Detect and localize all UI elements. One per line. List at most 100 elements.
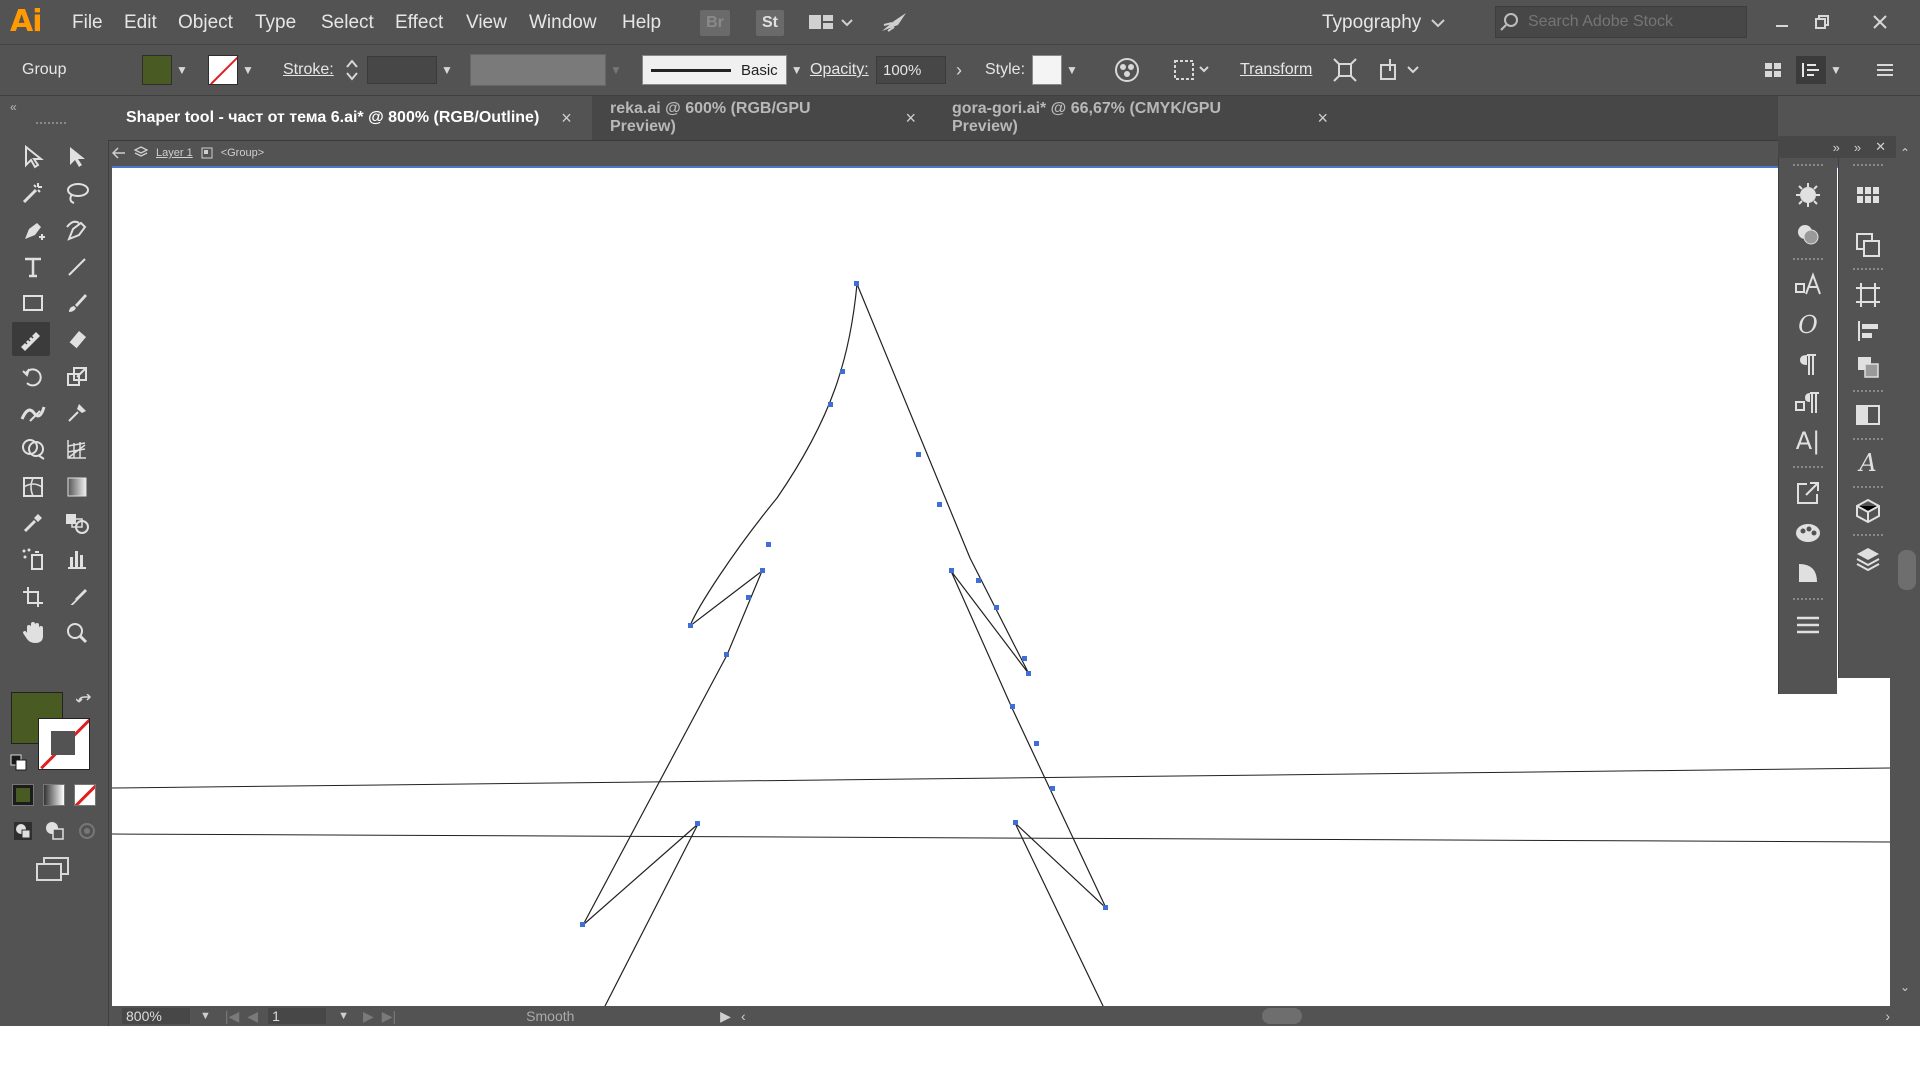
first-artboard-icon[interactable]: |◀ [225,1008,239,1025]
horizon-line-top[interactable] [112,767,1890,789]
blend-icon[interactable] [58,506,96,540]
properties-toggle-icon[interactable]: ▼ [1796,45,1842,95]
paragraph-styles-icon[interactable] [1789,386,1827,420]
menu-window[interactable]: Window [529,12,597,34]
control-menu-icon[interactable] [1874,45,1896,95]
chevron-down-icon[interactable]: ▼ [610,63,622,77]
back-arrow-icon[interactable] [112,147,126,159]
menu-edit[interactable]: Edit [124,12,157,34]
last-artboard-icon[interactable]: ▶| [382,1008,396,1025]
expand-panels-icon[interactable]: » [1854,140,1861,155]
transparency-icon[interactable] [1849,398,1887,432]
width-icon[interactable] [14,396,52,430]
brush-definition[interactable]: Basic ▼ [642,45,803,95]
breadcrumb-layer[interactable]: Layer 1 [156,147,193,159]
menu-object[interactable]: Object [178,12,233,34]
character-styles-icon[interactable] [1789,268,1827,302]
horizon-line-bottom[interactable] [112,833,1890,843]
eraser-icon[interactable] [58,322,96,356]
opentype-icon[interactable]: O [1789,308,1827,342]
status-menu-icon[interactable]: ▶ [720,1008,731,1025]
workspace-switcher[interactable]: Typography [1322,8,1502,38]
chevron-down-icon[interactable]: ▼ [176,63,188,77]
minimize-button[interactable] [1764,8,1800,36]
fill-swatch[interactable] [142,55,172,85]
artboard-dropdown-icon[interactable]: ▼ [338,1010,349,1022]
gradient-mode-icon[interactable] [43,784,65,806]
tab-document-reka[interactable]: reka.ai @ 600% (RGB/GPU Preview) × [592,96,934,140]
slice-icon[interactable] [58,580,96,614]
fill-color-control[interactable]: ▼ [142,45,188,95]
menu-type[interactable]: Type [255,12,296,34]
curvature-icon[interactable] [58,214,96,248]
collapse-panels-icon[interactable]: » [1833,140,1840,155]
transform-panel-icon[interactable] [1849,228,1887,262]
tab-document-gora-gori[interactable]: gora-gori.ai* @ 66,67% (CMYK/GPU Preview… [934,96,1346,140]
close-window-button[interactable] [1862,8,1898,36]
pathfinder-icon[interactable] [1849,350,1887,384]
close-tab-icon[interactable]: × [905,108,916,129]
horizontal-scroll-thumb[interactable] [1262,1008,1302,1024]
puppet-warp-icon[interactable] [58,396,96,430]
scale-icon[interactable] [58,360,96,394]
type-icon[interactable] [14,250,52,284]
search-input[interactable] [1526,12,1730,32]
menu-help[interactable]: Help [622,12,661,34]
variable-width-profile[interactable]: ▼ [470,45,622,95]
anchor-points[interactable] [580,281,1108,927]
draw-inside-icon[interactable] [76,820,98,847]
chevron-down-icon[interactable]: ▼ [1066,63,1078,77]
symbol-sprayer-icon[interactable] [14,542,52,576]
stroke-weight-field[interactable] [367,56,437,84]
default-colors-icon[interactable] [10,754,28,777]
next-artboard-icon[interactable]: ▶ [363,1008,374,1025]
color-mode-icon[interactable] [12,784,34,806]
swap-colors-icon[interactable] [75,693,94,717]
brush-field[interactable]: Basic [642,55,787,85]
stroke-color-swatch[interactable] [38,718,90,770]
3d-materials-icon[interactable] [1849,494,1887,528]
vertical-scroll-thumb[interactable] [1898,550,1916,590]
menu-view[interactable]: View [466,12,507,34]
menu-effect[interactable]: Effect [395,12,443,34]
stroke-weight-stepper[interactable]: ▼ [345,45,453,95]
artwork-outline[interactable] [112,168,1890,1006]
artboard-icon[interactable] [14,580,52,614]
stock-button[interactable]: St [756,10,784,36]
collapse-panel-icon[interactable]: « [10,100,17,114]
gradient-panel-icon[interactable] [1789,556,1827,590]
search-stock-box[interactable] [1495,6,1747,38]
shaper-icon[interactable] [12,322,50,356]
scroll-down-icon[interactable]: ⌄ [1900,980,1910,994]
opacity-field[interactable]: 100% [876,56,946,84]
rotate-icon[interactable] [14,360,52,394]
artboard-canvas[interactable] [112,166,1890,1006]
shape-builder-icon[interactable] [14,432,52,466]
zoom-icon[interactable] [58,616,96,650]
artboards-panel-icon[interactable] [1849,278,1887,312]
mesh-icon[interactable] [14,470,52,504]
chevron-down-icon[interactable]: ▼ [441,63,453,77]
column-graph-icon[interactable] [58,542,96,576]
gradient-icon[interactable] [58,470,96,504]
magic-wand-icon[interactable] [14,176,52,210]
swatches-icon[interactable] [1849,178,1887,212]
stroke-label[interactable]: Stroke: [283,45,334,95]
previous-artboard-icon[interactable]: ◀ [247,1008,258,1025]
arrange-documents-icon[interactable] [805,10,857,36]
artboard-number[interactable]: 1 [268,1008,327,1024]
breadcrumb-group[interactable]: <Group> [221,147,264,159]
chevron-right-icon[interactable]: › [956,60,962,81]
stroke-color-control[interactable]: ▼ [208,45,254,95]
tab-document-shaper[interactable]: Shaper tool - част от тема 6.ai* @ 800% … [108,96,592,140]
tree-path[interactable] [582,283,1107,1006]
close-tab-icon[interactable]: × [561,108,572,129]
draw-normal-icon[interactable] [12,820,36,847]
pen-icon[interactable] [14,214,52,248]
paintbrush-icon[interactable] [58,286,96,320]
zoom-level[interactable]: 800% [122,1008,190,1024]
isolate-group-icon[interactable] [1332,45,1358,95]
lasso-icon[interactable] [58,176,96,210]
panel-menu-icon[interactable] [1789,608,1827,642]
gpu-performance-icon[interactable] [876,10,912,36]
